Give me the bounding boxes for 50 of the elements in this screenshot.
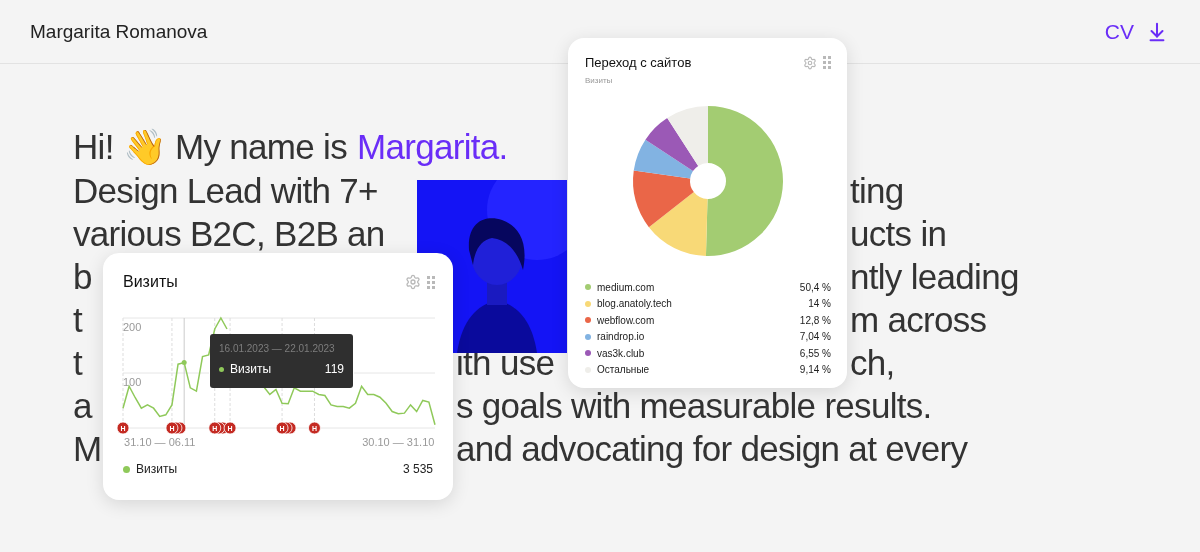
legend-label: raindrop.io — [597, 331, 646, 343]
axis-label: 30.10 — 31.10 — [362, 436, 435, 448]
settings-icon[interactable] — [803, 55, 817, 70]
card-title: Визиты — [123, 273, 178, 291]
legend-total: 3 535 — [402, 462, 433, 476]
intro-text: ch, — [850, 342, 895, 383]
intro-text: s goals with measurable results. — [456, 385, 932, 426]
intro-text: M — [73, 428, 102, 469]
settings-icon[interactable] — [405, 274, 421, 290]
axis-label: 100 — [123, 376, 142, 388]
legend-label: vas3k.club — [597, 347, 646, 359]
legend-value: 6,55 % — [799, 347, 831, 359]
name-highlight: Margarita. — [356, 127, 508, 168]
axis-label: 200 — [123, 321, 142, 333]
pie-slice — [645, 118, 699, 172]
intro-text: Design Lead with 7+ — [73, 170, 378, 211]
intro-text: ntly leading — [850, 256, 1019, 297]
card-subtitle: Визиты — [585, 76, 614, 85]
legend-value: 7,04 % — [799, 331, 831, 343]
legend-value: 50,4 % — [799, 281, 831, 293]
intro-text: t — [73, 342, 83, 383]
intro-text: and advocating for design at every — [456, 428, 968, 469]
intro-text: various B2C, B2B an — [73, 213, 385, 254]
tooltip-period: 16.01.2023 — 22.01.2023 — [219, 342, 335, 355]
legend-value: 9,14 % — [799, 364, 831, 376]
axis-label: 31.10 — 06.11 — [124, 436, 196, 448]
series-dot — [219, 366, 224, 372]
legend-label: Визиты — [136, 462, 179, 476]
intro-text: t — [73, 299, 83, 340]
intro-text: a — [73, 385, 92, 426]
intro-text: ting — [850, 170, 904, 211]
legend-value: 14 % — [808, 298, 831, 310]
drag-handle-icon[interactable] — [823, 56, 831, 69]
legend-dot — [123, 465, 130, 473]
cv-link[interactable]: CV — [1104, 19, 1168, 44]
tooltip-value: 119 — [324, 362, 344, 376]
intro-text: ucts in — [850, 213, 947, 254]
intro-text: Hi! 👋 My name is — [73, 127, 347, 168]
intro-text: b — [73, 256, 92, 297]
legend-label: webflow.com — [597, 314, 656, 326]
legend-label: blog.anatoly.tech — [597, 298, 673, 310]
card-title: Переход с сайтов — [585, 55, 692, 70]
legend-label: Остальные — [597, 364, 651, 376]
tooltip-series: Визиты — [230, 362, 273, 376]
intro-text: m across — [850, 299, 987, 340]
data-point — [181, 360, 187, 366]
site-name[interactable]: Margarita Romanova — [30, 20, 208, 43]
legend-label: medium.com — [597, 281, 656, 293]
drag-handle-icon[interactable] — [427, 275, 435, 289]
legend-value: 12,8 % — [799, 314, 831, 326]
